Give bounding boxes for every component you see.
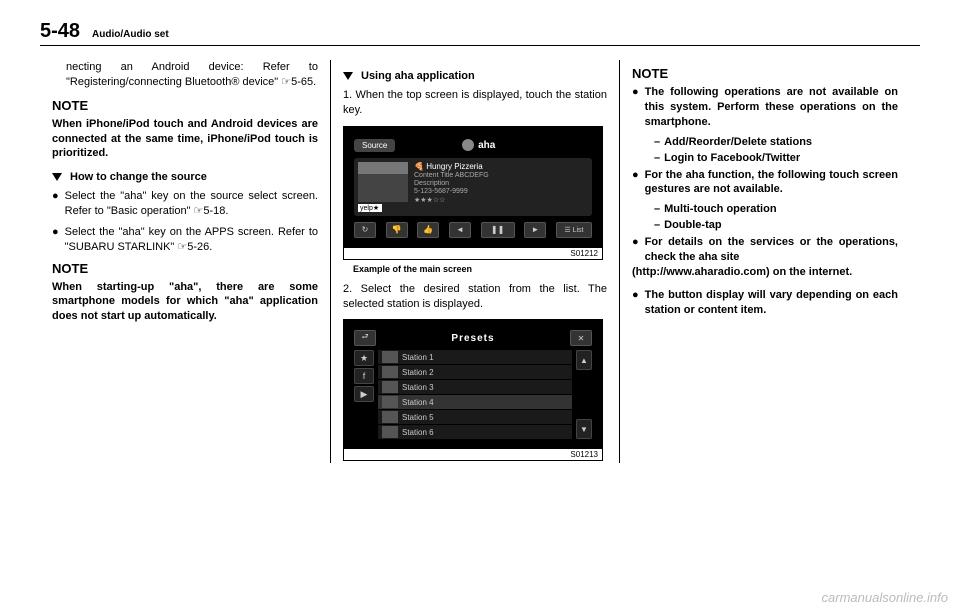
note-body: When starting-up "aha", there are some s… — [52, 280, 318, 325]
screenshot-aha-presets: ⮐ Presets ✕ ★ f ▶ Station 1 Station 2 St… — [344, 320, 602, 449]
yelp-badge: yelp★ — [358, 204, 382, 212]
bullet-item: ● Select the "aha" key on the APPS scree… — [52, 225, 318, 255]
control-bar: ↻ 👎 👍 ◄ ❚❚ ► ☰ List — [354, 222, 592, 238]
bullet-text: For the aha function, the following touc… — [645, 168, 898, 198]
figure-caption: Example of the main screen — [353, 264, 607, 274]
station-row[interactable]: Station 1 — [378, 350, 572, 364]
presets-title: Presets — [451, 333, 494, 344]
bullet-text: The following operations are not availab… — [645, 85, 898, 130]
bullet-icon: ● — [632, 168, 639, 198]
back-button[interactable]: ⮐ — [354, 330, 376, 346]
station-row[interactable]: Station 5 — [378, 410, 572, 424]
favorite-icon[interactable]: ★ — [354, 350, 374, 366]
bullet-icon: ● — [632, 85, 639, 130]
phone-number: 5-123-5687-9999 — [414, 188, 489, 195]
bullet-text: The button display will vary depending o… — [645, 288, 898, 318]
watermark: carmanualsonline.info — [822, 590, 948, 605]
station-row[interactable]: Station 2 — [378, 365, 572, 379]
station-thumbnail — [358, 162, 408, 202]
content-title: Content Title ABCDEFG — [414, 172, 489, 179]
step-text: 1. When the top screen is displayed, tou… — [343, 88, 607, 118]
scroll-arrows: ▲ ▼ — [576, 350, 592, 439]
bullet-text: Select the "aha" key on the source selec… — [65, 189, 318, 219]
side-icons: ★ f ▶ — [354, 350, 374, 439]
prev-button[interactable]: ◄ — [449, 222, 471, 238]
note-body: When iPhone/iPod touch and Android devic… — [52, 117, 318, 162]
section-title: Audio/Audio set — [92, 29, 169, 40]
next-button[interactable]: ► — [524, 222, 546, 238]
step-text: 2. Select the desired station from the l… — [343, 282, 607, 312]
bullet-item: ● Select the "aha" key on the source sel… — [52, 189, 318, 219]
figure-main-screen: Source aha yelp★ 🍕 Hungry — [343, 126, 603, 260]
page-header: 5-48 Audio/Audio set — [40, 20, 920, 46]
bullet-text: Select the "aha" key on the APPS screen.… — [65, 225, 318, 255]
url-line: (http://www.aharadio.com) on the interne… — [632, 265, 898, 280]
figure-id: S01212 — [344, 248, 602, 259]
description-label: Description — [414, 180, 489, 187]
facebook-icon[interactable]: f — [354, 368, 374, 384]
station-list: Station 1 Station 2 Station 3 Station 4 … — [378, 350, 572, 439]
station-title: 🍕 Hungry Pizzeria — [414, 162, 489, 171]
note-heading: NOTE — [52, 98, 318, 113]
screenshot-aha-main: Source aha yelp★ 🍕 Hungry — [344, 127, 602, 248]
bullet-icon: ● — [632, 235, 639, 265]
figure-presets-screen: ⮐ Presets ✕ ★ f ▶ Station 1 Station 2 St… — [343, 319, 603, 461]
continuation-paragraph: necting an Android device: Refer to "Reg… — [52, 60, 318, 90]
figure-id: S01213 — [344, 449, 602, 460]
note-heading: NOTE — [632, 66, 898, 81]
station-card[interactable]: yelp★ 🍕 Hungry Pizzeria Content Title AB… — [354, 158, 592, 216]
dislike-button[interactable]: 👎 — [386, 222, 408, 238]
dash-item: –Add/Reorder/Delete stations — [632, 136, 898, 148]
aha-logo-icon — [462, 139, 474, 151]
bullet-icon: ● — [52, 225, 59, 255]
play-icon[interactable]: ▶ — [354, 386, 374, 402]
pause-button[interactable]: ❚❚ — [481, 222, 515, 238]
dash-item: –Login to Facebook/Twitter — [632, 152, 898, 164]
column-1: necting an Android device: Refer to "Reg… — [40, 60, 330, 463]
bullet-text: For details on the services or the opera… — [645, 235, 898, 265]
dash-item: –Double-tap — [632, 219, 898, 231]
subheading-label: Using aha application — [361, 70, 475, 82]
column-2: Using aha application 1. When the top sc… — [330, 60, 620, 463]
content-columns: necting an Android device: Refer to "Reg… — [40, 60, 920, 463]
source-button[interactable]: Source — [354, 139, 395, 152]
scroll-up-button[interactable]: ▲ — [576, 350, 592, 370]
down-triangle-icon — [52, 173, 62, 181]
note-heading: NOTE — [52, 261, 318, 276]
station-row[interactable]: Station 3 — [378, 380, 572, 394]
repeat-button[interactable]: ↻ — [354, 222, 376, 238]
page-number: 5-48 — [40, 20, 80, 43]
list-button[interactable]: ☰ List — [556, 222, 592, 238]
aha-logo: aha — [462, 139, 495, 151]
station-row[interactable]: Station 6 — [378, 425, 572, 439]
aha-logo-text: aha — [478, 140, 495, 151]
rating-stars: ★★★☆☆ — [414, 196, 489, 204]
station-row-selected[interactable]: Station 4 — [378, 395, 572, 409]
note-bullet: ● The button display will vary depending… — [632, 288, 898, 318]
bullet-icon: ● — [632, 288, 639, 318]
note-bullet: ● The following operations are not avail… — [632, 85, 898, 130]
down-triangle-icon — [343, 72, 353, 80]
close-button[interactable]: ✕ — [570, 330, 592, 346]
scroll-down-button[interactable]: ▼ — [576, 419, 592, 439]
dash-item: –Multi-touch operation — [632, 203, 898, 215]
subheading-using-aha: Using aha application — [343, 70, 607, 82]
subheading-label: How to change the source — [70, 171, 207, 183]
bullet-icon: ● — [52, 189, 59, 219]
like-button[interactable]: 👍 — [417, 222, 439, 238]
column-3: NOTE ● The following operations are not … — [620, 60, 910, 463]
note-bullet: ● For the aha function, the following to… — [632, 168, 898, 198]
subheading-change-source: How to change the source — [52, 171, 318, 183]
note-bullet: ● For details on the services or the ope… — [632, 235, 898, 265]
